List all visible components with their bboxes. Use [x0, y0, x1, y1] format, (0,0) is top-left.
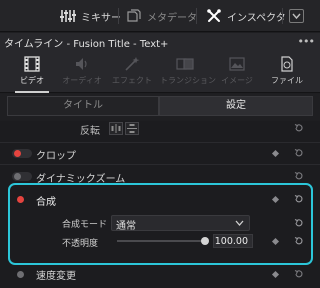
- composite-mode-value: 通常: [116, 221, 136, 232]
- tab-audio-label: オーディオ: [62, 76, 102, 85]
- film-icon: [24, 56, 40, 72]
- metadata-button[interactable]: メタデータ: [127, 0, 197, 32]
- composite-enabled-dot[interactable]: [17, 196, 24, 203]
- tab-transition: トランジション: [160, 51, 216, 93]
- metadata-icon: [127, 9, 141, 22]
- magic-wand-icon: [125, 57, 140, 71]
- reset-icon[interactable]: [294, 269, 304, 279]
- transition-icon: [176, 58, 194, 70]
- tab-effects: エフェクト: [107, 51, 157, 93]
- chevron-down-icon: [235, 220, 244, 226]
- flip-vertical-button[interactable]: [125, 122, 139, 135]
- flip-vertical-icon: [127, 124, 137, 133]
- mixer-label: ミキサー: [81, 12, 121, 24]
- chevron-down-icon: [292, 13, 301, 20]
- tab-image: イメージ: [212, 51, 262, 93]
- top-toolbar: ミキサー メタデータ インスペクタ: [0, 0, 320, 32]
- toolbar-divider: [282, 8, 283, 24]
- mixer-icon: [60, 10, 76, 22]
- composite-mode-dropdown[interactable]: 通常: [111, 215, 250, 232]
- flip-horizontal-button[interactable]: [109, 122, 123, 135]
- tab-file[interactable]: ファイル: [262, 51, 312, 93]
- reset-icon[interactable]: [294, 194, 304, 204]
- reset-icon[interactable]: [294, 236, 304, 246]
- segment-settings[interactable]: 設定: [159, 96, 313, 116]
- inspector-label: インスペクタ: [227, 12, 286, 24]
- tab-video-label: ビデオ: [20, 76, 44, 85]
- speed-change-label[interactable]: 速度変更: [36, 267, 76, 282]
- tab-video[interactable]: ビデオ: [7, 51, 57, 93]
- more-options-icon[interactable]: •••: [298, 35, 315, 48]
- row-divider: [0, 164, 320, 165]
- tab-transition-label: トランジション: [160, 76, 216, 85]
- segment-title-label: タイトル: [63, 100, 103, 111]
- inspector-titlebar: タイムライン - Fusion Title - Text+ •••: [0, 33, 320, 51]
- crop-label[interactable]: クロップ: [36, 147, 76, 162]
- composite-mode-label: 合成モード: [62, 220, 108, 230]
- mixer-button[interactable]: ミキサー: [60, 0, 121, 32]
- flip-horizontal-icon: [111, 124, 121, 133]
- metadata-label: メタデータ: [147, 12, 197, 24]
- tab-effects-label: エフェクト: [112, 76, 152, 85]
- expand-panel-button[interactable]: [289, 9, 304, 23]
- opacity-label: 不透明度: [62, 239, 99, 249]
- composite-label[interactable]: 合成: [36, 193, 56, 208]
- reset-icon[interactable]: [294, 171, 304, 181]
- audio-icon: [76, 58, 87, 70]
- inspector-tabs: ビデオ オーディオ エフェクト トランジション イメージ ファイル: [0, 51, 320, 93]
- toggle-dot: [14, 173, 21, 180]
- tab-file-label: ファイル: [271, 76, 303, 85]
- title-settings-switcher: タイトル 設定: [0, 94, 320, 120]
- opacity-slider-track[interactable]: [117, 240, 205, 242]
- speed-change-dot[interactable]: [17, 271, 24, 278]
- toolbar-divider: [118, 8, 119, 24]
- row-divider: [0, 142, 320, 143]
- reset-icon[interactable]: [294, 148, 304, 158]
- crop-toggle[interactable]: [12, 149, 32, 158]
- active-tab-indicator: [15, 91, 49, 93]
- inspector-icon: [207, 9, 221, 22]
- opacity-value: 100.00: [214, 236, 248, 247]
- segment-title[interactable]: タイトル: [7, 96, 159, 116]
- file-info-icon: [281, 56, 293, 72]
- reset-icon[interactable]: [294, 123, 304, 133]
- tab-audio: オーディオ: [57, 51, 107, 93]
- reset-icon[interactable]: [294, 218, 304, 228]
- flip-label: 反転: [80, 126, 100, 137]
- dynamic-zoom-toggle[interactable]: [12, 172, 32, 181]
- toggle-dot: [14, 150, 21, 157]
- segment-settings-label: 設定: [226, 100, 246, 111]
- image-icon: [229, 57, 245, 71]
- panel-title: タイムライン - Fusion Title - Text+: [4, 39, 169, 50]
- toolbar-divider: [196, 8, 197, 24]
- opacity-value-field[interactable]: 100.00: [213, 234, 253, 248]
- tab-image-label: イメージ: [221, 76, 253, 85]
- inspector-button[interactable]: インスペクタ: [206, 0, 286, 32]
- opacity-slider-handle[interactable]: [201, 237, 209, 245]
